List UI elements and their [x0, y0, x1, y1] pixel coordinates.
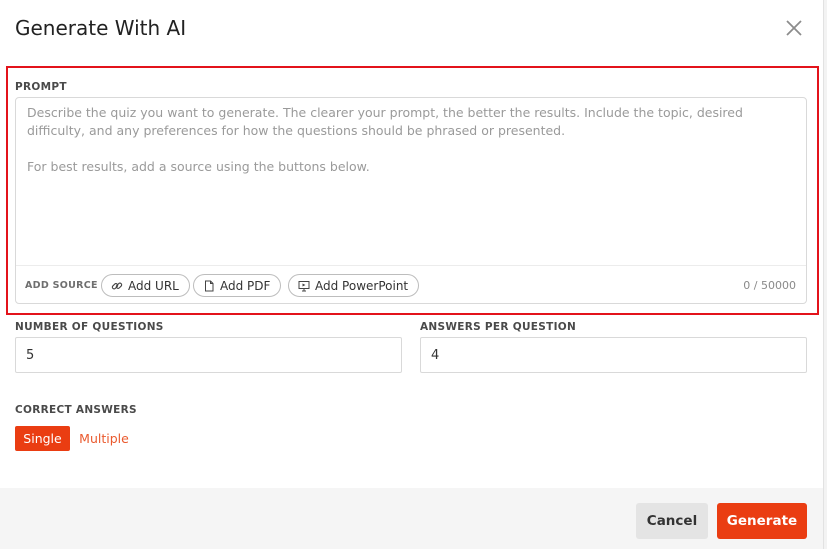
- number-of-questions-value: 5: [26, 347, 35, 363]
- correct-answers-label: CORRECT ANSWERS: [15, 404, 137, 416]
- character-counter: 0 / 50000: [743, 279, 796, 292]
- answers-per-question-label: ANSWERS PER QUESTION: [420, 321, 577, 333]
- close-icon-glyph: [786, 20, 802, 36]
- generate-ai-dialog: Generate With AI PROMPT Describe the qui…: [0, 0, 823, 549]
- presentation-icon: [298, 280, 310, 291]
- dialog-title: Generate With AI: [15, 16, 187, 40]
- add-source-label: ADD SOURCE: [25, 280, 98, 291]
- add-url-label: Add URL: [128, 278, 179, 293]
- link-icon: [111, 282, 123, 289]
- prompt-textarea[interactable]: Describe the quiz you want to generate. …: [15, 97, 807, 304]
- prompt-label: PROMPT: [15, 81, 67, 93]
- close-icon[interactable]: [784, 18, 804, 38]
- add-pdf-label: Add PDF: [220, 278, 271, 293]
- single-option-button[interactable]: Single: [15, 426, 70, 451]
- multiple-option-button[interactable]: Multiple: [78, 426, 130, 451]
- add-powerpoint-button[interactable]: Add PowerPoint: [288, 274, 420, 297]
- add-powerpoint-label: Add PowerPoint: [315, 278, 409, 293]
- dialog-footer: Cancel Generate: [0, 488, 823, 549]
- add-url-button[interactable]: Add URL: [101, 274, 190, 297]
- source-bar: ADD SOURCE Add URL Add PDF Add PowerPoin…: [16, 265, 806, 303]
- page-scrollbar[interactable]: [823, 0, 827, 549]
- answers-per-question-value: 4: [431, 347, 440, 363]
- document-icon: [205, 280, 214, 291]
- add-pdf-button[interactable]: Add PDF: [193, 274, 282, 297]
- answers-per-question-input[interactable]: 4: [420, 337, 807, 373]
- generate-button[interactable]: Generate: [717, 503, 807, 539]
- number-of-questions-label: NUMBER OF QUESTIONS: [15, 321, 164, 333]
- prompt-placeholder: Describe the quiz you want to generate. …: [27, 105, 743, 174]
- cancel-button[interactable]: Cancel: [636, 503, 708, 539]
- number-of-questions-input[interactable]: 5: [15, 337, 402, 373]
